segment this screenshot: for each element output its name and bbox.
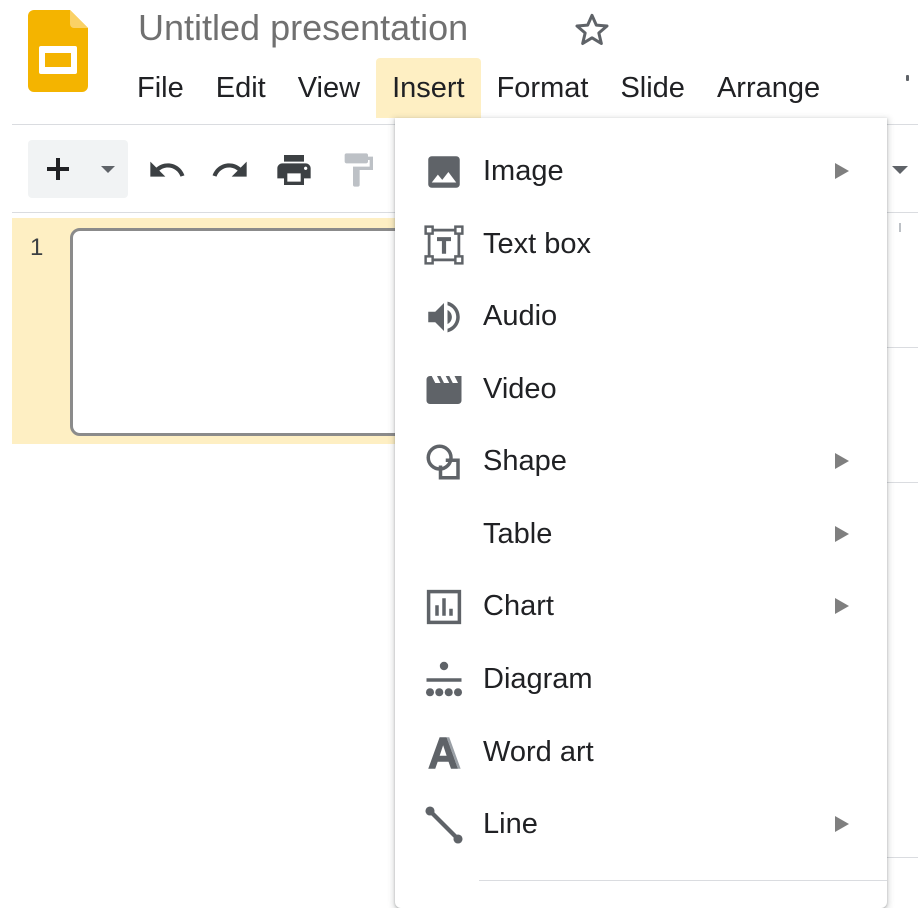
- menu-arrange[interactable]: Arrange: [701, 58, 836, 118]
- print-icon[interactable]: [274, 150, 314, 190]
- menu-view[interactable]: View: [282, 58, 376, 118]
- menu-bar: File Edit View Insert Format Slide Arran…: [121, 58, 836, 118]
- slide-thumbnail[interactable]: [70, 228, 436, 436]
- new-slide-button[interactable]: [28, 140, 128, 198]
- image-icon: [428, 156, 460, 188]
- insert-menu-item-line[interactable]: Line: [395, 788, 887, 860]
- submenu-arrow-icon: [835, 526, 849, 542]
- ruler-tick: [899, 223, 901, 232]
- menu-slide[interactable]: Slide: [604, 58, 701, 118]
- menu-item-label: Audio: [483, 300, 558, 332]
- video-icon: [426, 376, 462, 404]
- audio-icon: [428, 301, 460, 333]
- panel-divider: [886, 347, 918, 348]
- chart-icon: [426, 589, 462, 625]
- insert-menu-item-word-art[interactable]: Word art: [395, 716, 887, 788]
- menu-item-label: Shape: [483, 445, 567, 477]
- paint-format-icon[interactable]: [338, 150, 378, 190]
- menu-item-label: Video: [483, 373, 557, 405]
- menu-insert[interactable]: Insert: [376, 58, 481, 118]
- insert-menu-item-image[interactable]: Image: [395, 135, 887, 207]
- menu-overflow-fragment: [906, 75, 909, 81]
- insert-menu-item-table[interactable]: Table: [395, 498, 887, 570]
- slide-number: 1: [30, 234, 44, 261]
- dropdown-arrow-icon[interactable]: [88, 149, 128, 189]
- menu-separator: [479, 880, 887, 881]
- line-icon: [425, 806, 463, 844]
- submenu-arrow-icon: [835, 163, 849, 179]
- menu-edit[interactable]: Edit: [200, 58, 282, 118]
- insert-menu-item-chart[interactable]: Chart: [395, 570, 887, 642]
- add-icon: [47, 158, 69, 180]
- redo-icon[interactable]: [210, 150, 250, 190]
- insert-menu-item-text-box[interactable]: Text box: [395, 208, 887, 280]
- shape-icon: [426, 444, 460, 480]
- menu-format[interactable]: Format: [481, 58, 605, 118]
- text-box-icon: [424, 225, 464, 265]
- diagram-icon: [425, 661, 463, 697]
- insert-menu-item-video[interactable]: Video: [395, 353, 887, 425]
- star-icon[interactable]: [572, 10, 612, 50]
- toolbar-overflow-dropdown-icon[interactable]: [892, 166, 908, 174]
- menu-item-label: Line: [483, 808, 538, 840]
- insert-menu-item-audio[interactable]: Audio: [395, 280, 887, 352]
- document-title[interactable]: Untitled presentation: [138, 6, 468, 50]
- slides-logo[interactable]: [28, 10, 88, 92]
- submenu-arrow-icon: [835, 598, 849, 614]
- insert-menu-item-shape[interactable]: Shape: [395, 425, 887, 497]
- insert-menu: Image Text box Audio Video Shape Table C…: [395, 118, 887, 908]
- menu-item-label: Word art: [483, 736, 594, 768]
- panel-divider: [886, 482, 918, 483]
- menu-file[interactable]: File: [121, 58, 200, 118]
- menu-item-label: Text box: [483, 228, 591, 260]
- submenu-arrow-icon: [835, 453, 849, 469]
- menu-item-label: Diagram: [483, 663, 593, 695]
- insert-menu-item-diagram[interactable]: Diagram: [395, 643, 887, 715]
- word-art-icon: [428, 737, 461, 769]
- panel-divider: [886, 857, 918, 858]
- menu-item-label: Table: [483, 518, 553, 550]
- submenu-arrow-icon: [835, 816, 849, 832]
- menu-item-label: Image: [483, 155, 564, 187]
- menu-item-label: Chart: [483, 590, 554, 622]
- undo-icon[interactable]: [147, 150, 187, 190]
